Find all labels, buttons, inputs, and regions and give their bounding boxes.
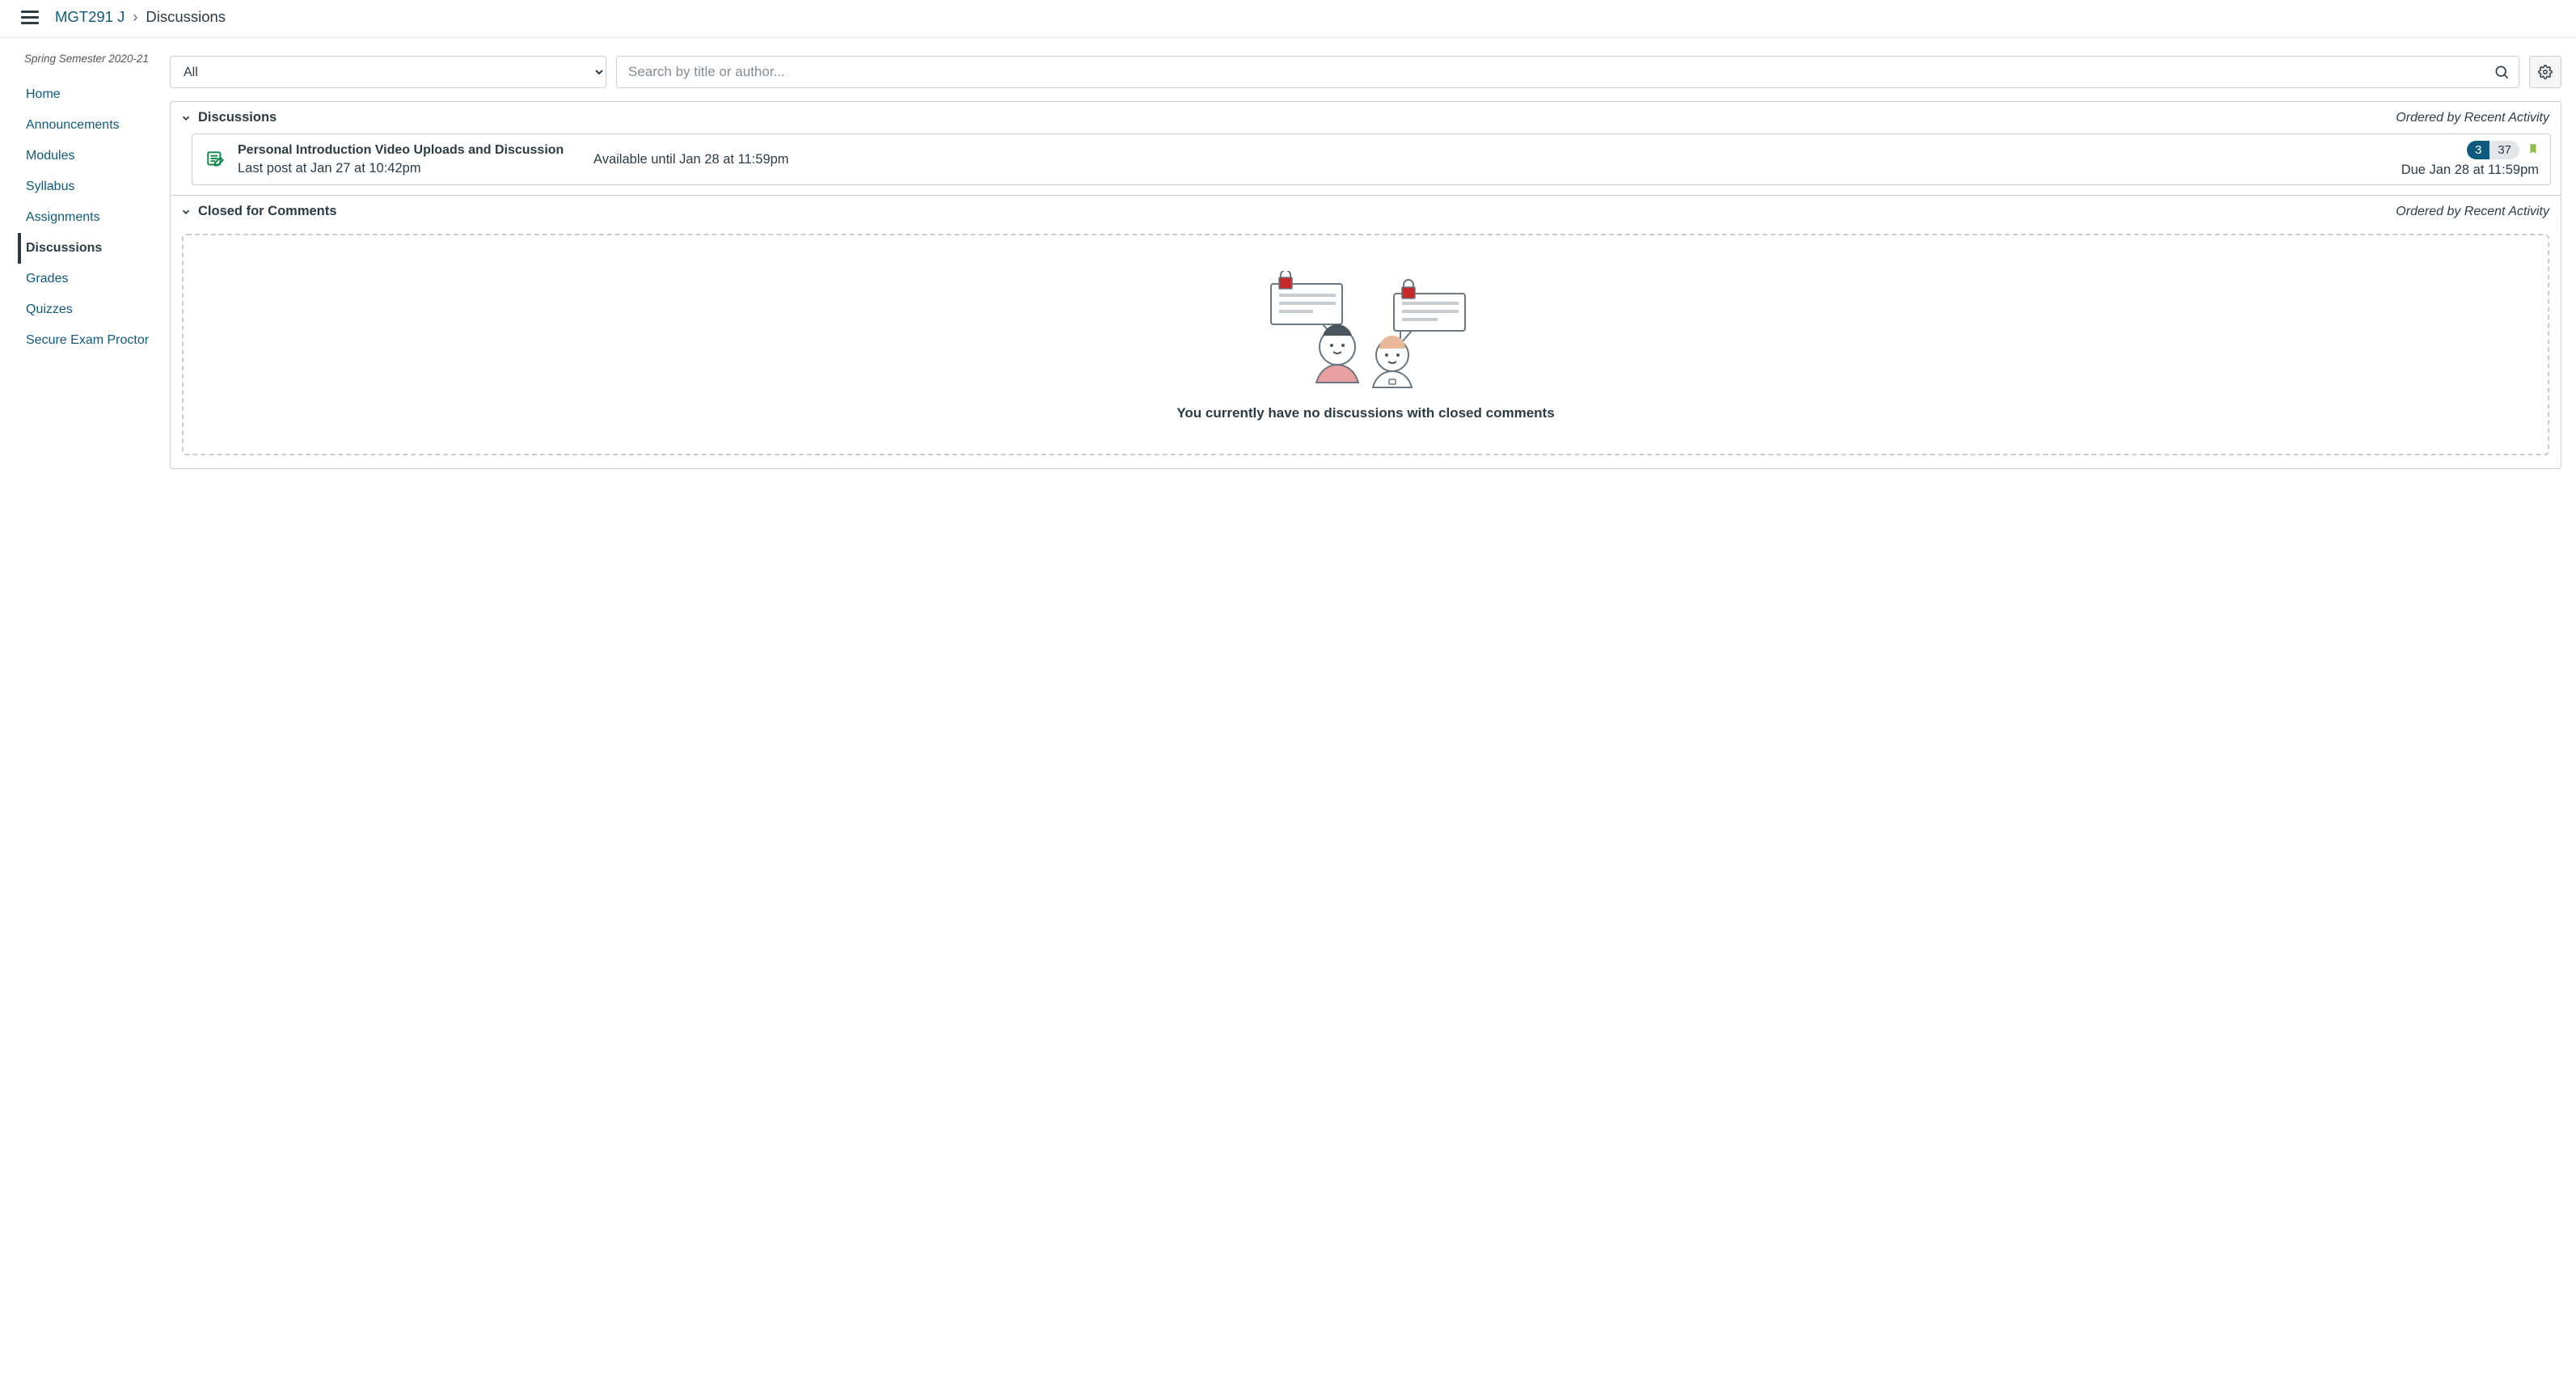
breadcrumb-course-link[interactable]: MGT291 J bbox=[55, 8, 125, 26]
nav-quizzes[interactable]: Quizzes bbox=[18, 294, 167, 325]
discussion-row[interactable]: Personal Introduction Video Uploads and … bbox=[192, 133, 2551, 185]
search-input[interactable] bbox=[616, 56, 2519, 88]
breadcrumb-current: Discussions bbox=[146, 8, 226, 26]
order-label: Ordered by Recent Activity bbox=[2396, 205, 2549, 219]
nav-modules[interactable]: Modules bbox=[18, 141, 167, 171]
nav-announcements[interactable]: Announcements bbox=[18, 110, 167, 141]
reply-count-badge: 3 37 bbox=[2467, 141, 2519, 159]
discussion-availability: Available until Jan 28 at 11:59pm bbox=[593, 152, 2401, 167]
breadcrumb: MGT291 J › Discussions bbox=[55, 8, 226, 26]
bookmark-icon bbox=[2527, 143, 2539, 158]
discussion-title: Personal Introduction Video Uploads and … bbox=[238, 143, 593, 158]
course-nav: Home Announcements Modules Syllabus Assi… bbox=[18, 79, 167, 356]
nav-secure-exam-proctor[interactable]: Secure Exam Proctor bbox=[18, 325, 167, 356]
discussion-last-post: Last post at Jan 27 at 10:42pm bbox=[238, 161, 593, 176]
order-label: Ordered by Recent Activity bbox=[2396, 111, 2549, 125]
settings-button[interactable] bbox=[2529, 56, 2561, 88]
discussion-icon bbox=[205, 149, 226, 170]
unread-count: 3 bbox=[2467, 141, 2489, 159]
nav-assignments[interactable]: Assignments bbox=[18, 202, 167, 233]
hamburger-menu-button[interactable] bbox=[21, 11, 39, 24]
closed-empty-state: You currently have no discussions with c… bbox=[182, 234, 2549, 455]
discussion-due: Due Jan 28 at 11:59pm bbox=[2401, 163, 2539, 178]
section-title-discussions: Discussions bbox=[198, 110, 277, 125]
nav-discussions[interactable]: Discussions bbox=[18, 233, 167, 264]
filter-select[interactable]: All bbox=[170, 56, 606, 88]
total-count: 37 bbox=[2489, 141, 2519, 159]
nav-home[interactable]: Home bbox=[18, 79, 167, 110]
term-label: Spring Semester 2020-21 bbox=[18, 53, 167, 65]
chevron-right-icon: › bbox=[133, 9, 137, 26]
chevron-down-icon[interactable] bbox=[180, 112, 192, 124]
nav-grades[interactable]: Grades bbox=[18, 264, 167, 294]
gear-icon bbox=[2538, 65, 2553, 79]
nav-syllabus[interactable]: Syllabus bbox=[18, 171, 167, 202]
closed-empty-text: You currently have no discussions with c… bbox=[200, 405, 2532, 421]
chevron-down-icon[interactable] bbox=[180, 206, 192, 218]
section-title-closed: Closed for Comments bbox=[198, 204, 336, 219]
closed-comments-illustration bbox=[1265, 271, 1467, 392]
